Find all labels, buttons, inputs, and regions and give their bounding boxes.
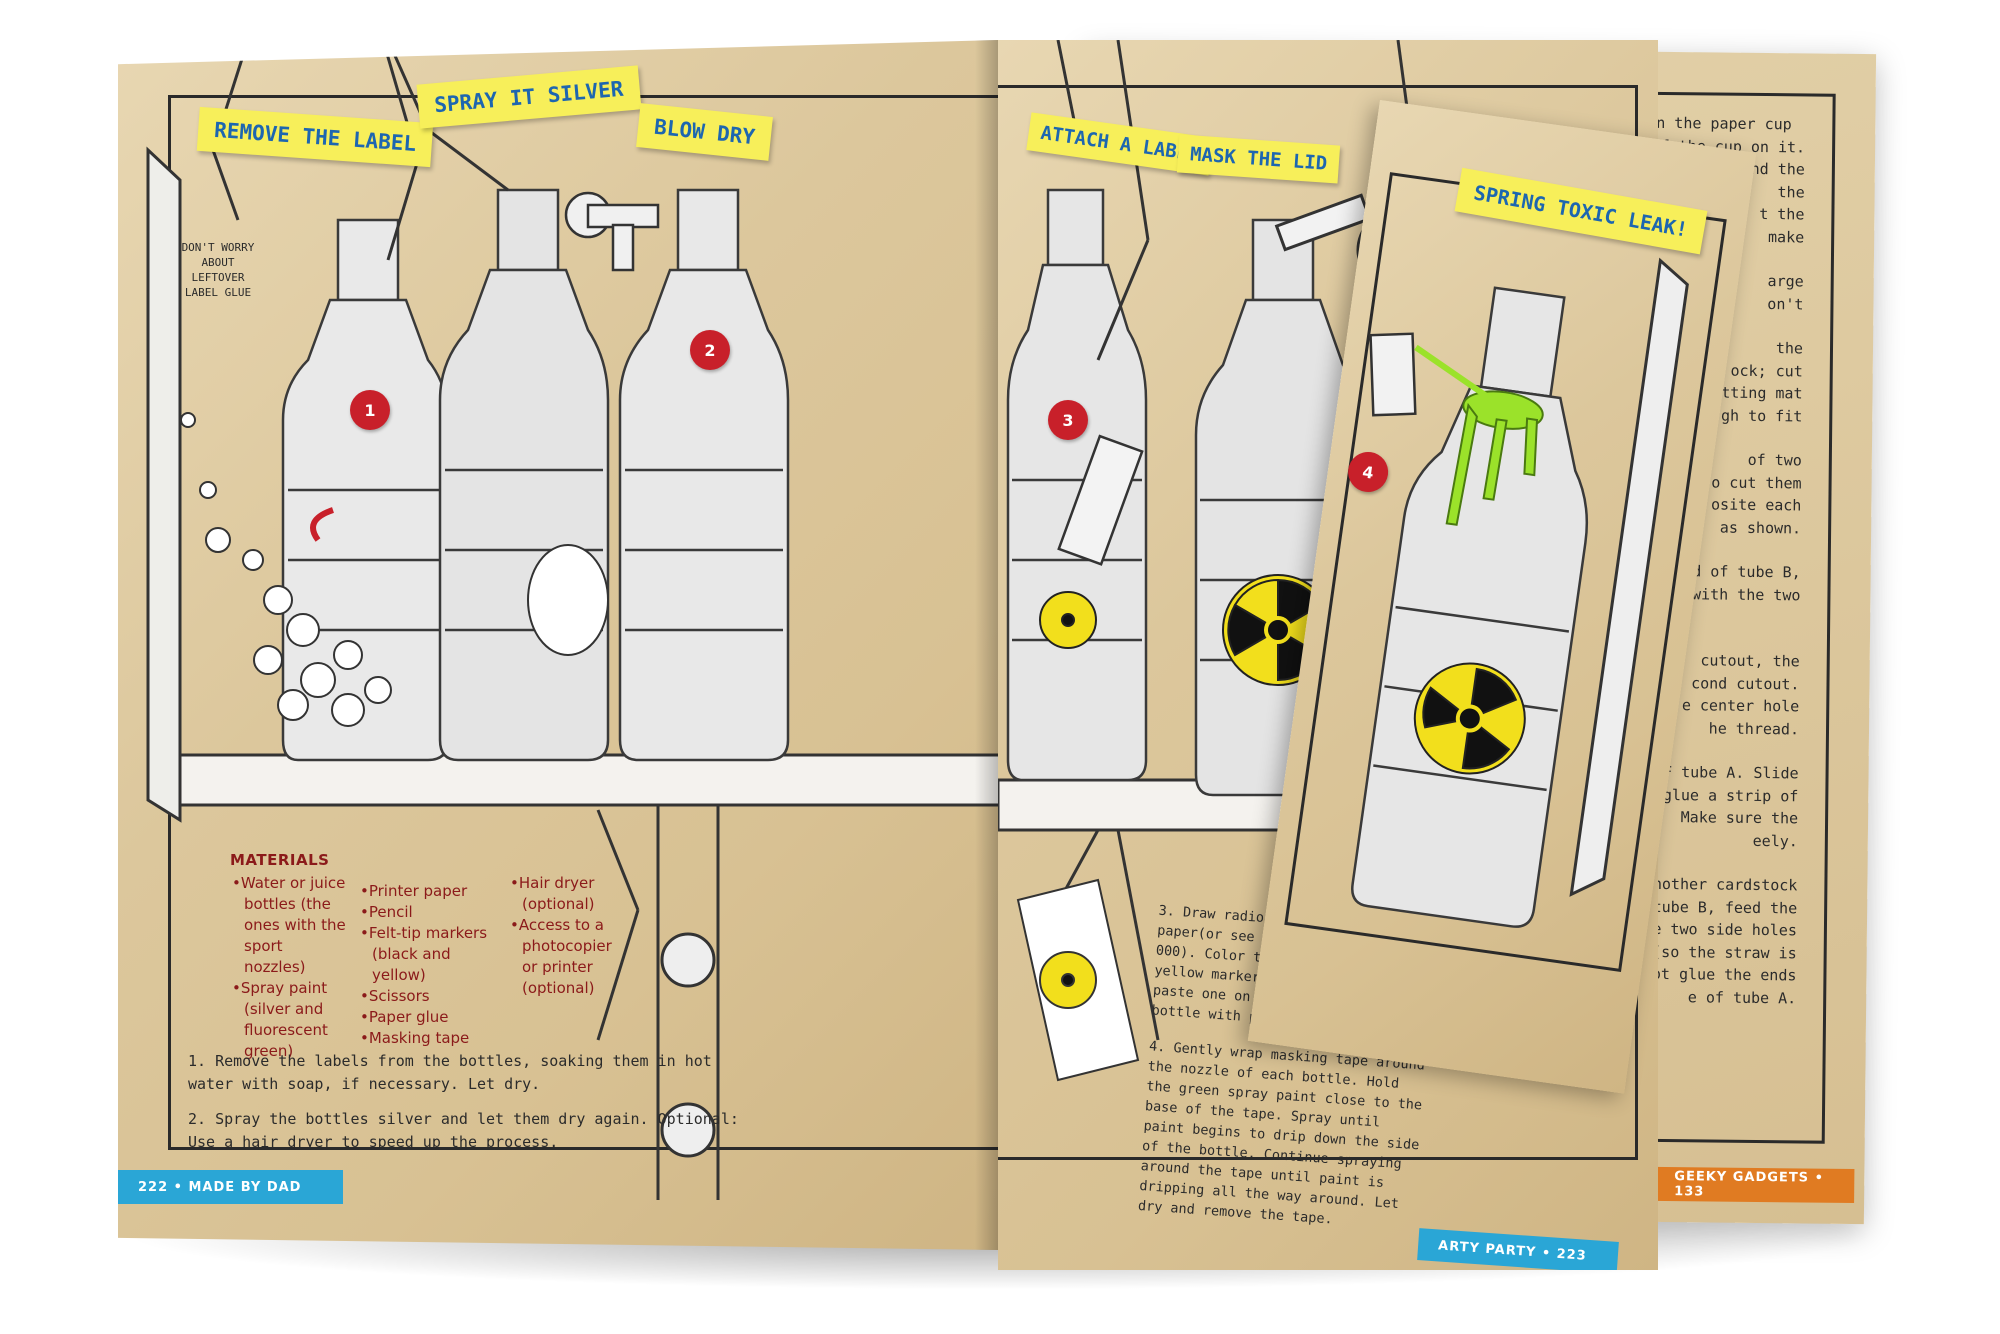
material-item: Masking tape [358, 1028, 498, 1049]
materials-col-1: Water or juice bottles (the ones with th… [230, 873, 348, 1062]
instruction-step-1: 1. Remove the labels from the bottles, s… [188, 1052, 712, 1093]
materials-col-2: Printer paper Pencil Felt-tip markers (b… [358, 881, 498, 1062]
step-badge-1: 1 [350, 390, 390, 430]
back-page-footer: GEEKY GADGETS • 133 [1654, 1166, 1855, 1204]
left-instructions: 1. Remove the labels from the bottles, s… [188, 1050, 748, 1154]
spray-can [1369, 332, 1417, 417]
side-bracket [146, 146, 182, 823]
material-item: Scissors [358, 986, 498, 1007]
material-item: Paper glue [358, 1007, 498, 1028]
conveyor-rail [156, 753, 998, 807]
bottle-3 [618, 188, 790, 762]
materials-heading: MATERIALS [230, 851, 330, 869]
material-item: Pencil [358, 902, 498, 923]
radiation-paper [1016, 878, 1140, 1082]
material-item: Hair dryer (optional) [508, 873, 628, 915]
bottle-2 [438, 188, 610, 762]
label-glue-aside: DON'T WORRY ABOUT LEFTOVER LABEL GLUE [181, 241, 255, 299]
instruction-step-2: 2. Spray the bottles silver and let them… [188, 1110, 739, 1151]
left-page: REMOVE THE LABEL SPRAY IT SILVER BLOW DR… [118, 40, 998, 1250]
materials-col-3: Hair dryer (optional) Access to a photoc… [508, 873, 628, 1062]
materials-list: MATERIALS Water or juice bottles (the on… [230, 850, 630, 1062]
hair-dryer [564, 191, 660, 272]
material-item: Access to a photocopier or printer (opti… [508, 915, 628, 999]
left-footer: 222 • MADE BY DAD [118, 1170, 343, 1204]
material-item: Felt-tip markers (black and yellow) [358, 923, 498, 986]
step-badge-2: 2 [690, 330, 730, 370]
instruction-step-4: 4. Gently wrap masking tape around the n… [1137, 1038, 1426, 1228]
material-item: Printer paper [358, 881, 498, 902]
material-item: Water or juice bottles (the ones with th… [230, 873, 348, 978]
radiation-symbol-small [1039, 591, 1097, 649]
step-badge-3: 3 [1048, 400, 1088, 440]
spray-cloud [527, 544, 609, 656]
